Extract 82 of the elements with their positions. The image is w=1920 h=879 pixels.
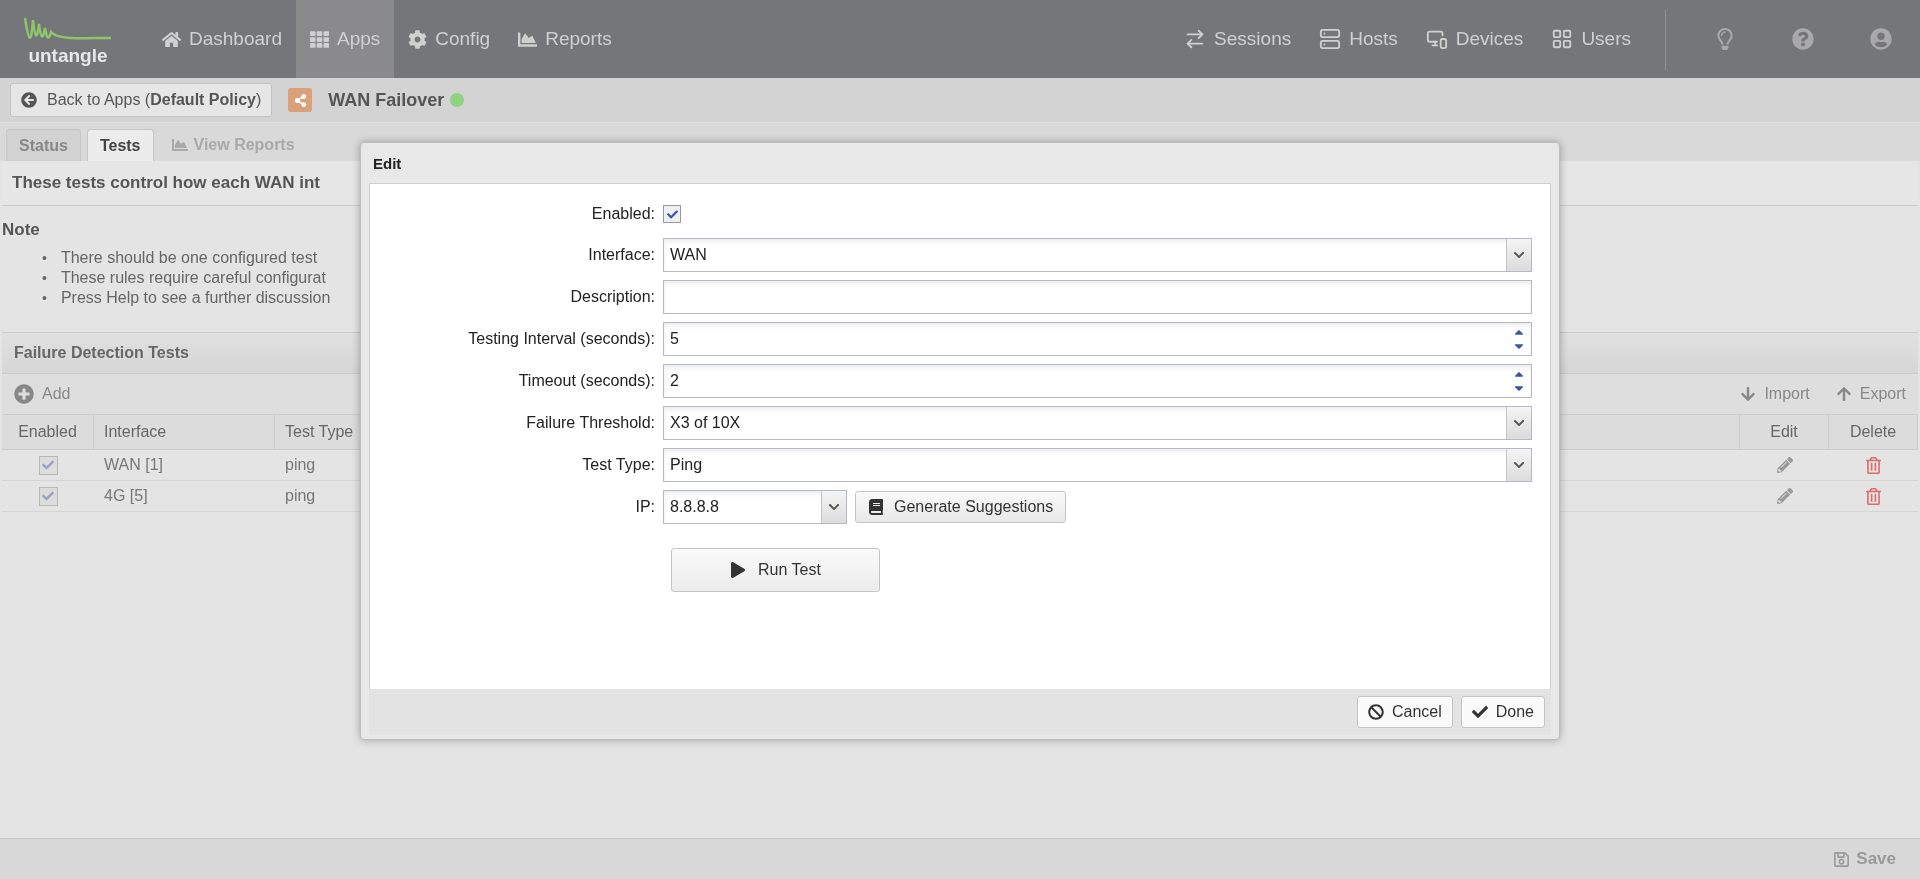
number-field[interactable]: 5 (663, 322, 1532, 356)
nav-tab[interactable]: Config (394, 0, 505, 78)
chevron-down-icon (1513, 249, 1525, 261)
text-field[interactable] (663, 280, 1532, 314)
column-header[interactable]: Edit (1740, 415, 1829, 449)
add-button[interactable]: Add (14, 384, 71, 404)
delete-trash-icon[interactable] (1865, 456, 1882, 474)
chevron-down-icon (1513, 417, 1525, 429)
play-icon (730, 562, 747, 578)
tab[interactable]: Tests (86, 129, 154, 161)
check-icon (1471, 704, 1488, 720)
field-label: Interface: (587, 246, 655, 264)
arrow-up-icon (1835, 386, 1852, 402)
column-header[interactable]: Enabled (2, 415, 94, 449)
edit-pencil-icon[interactable] (1776, 488, 1793, 504)
book-icon (868, 499, 884, 515)
table-cell: ping (285, 487, 316, 505)
table-cell: WAN [1] (104, 456, 163, 474)
back-button[interactable]: Back to Apps (Default Policy) (10, 83, 273, 117)
server-icon (1319, 28, 1342, 50)
nav-link[interactable]: Users (1537, 0, 1645, 78)
area-chart-icon (518, 29, 538, 49)
area-chart-icon (171, 137, 188, 153)
delete-trash-icon[interactable] (1865, 487, 1882, 505)
ip-combo-field[interactable]: 8.8.8.8 (663, 490, 847, 524)
row-checkbox[interactable] (38, 455, 58, 475)
save-icon (1833, 850, 1851, 868)
nav-tab[interactable]: Dashboard (148, 0, 296, 78)
number-field[interactable]: 2 (663, 364, 1532, 398)
chevron-down-icon (828, 501, 840, 513)
nav-tab[interactable]: Apps (295, 0, 395, 78)
run-test-button[interactable]: Run Test (671, 548, 880, 592)
grid-icon (1551, 28, 1574, 50)
check-icon (666, 208, 678, 220)
devices-icon (1425, 28, 1448, 50)
note-title: Note (2, 220, 40, 240)
select-field[interactable]: WAN (663, 238, 1532, 272)
logo-text: untangle (28, 45, 108, 65)
gear-icon (408, 29, 428, 49)
app-icon (288, 88, 313, 112)
note-item: These rules require careful configurat (60, 268, 326, 288)
field-label: IP: (634, 498, 655, 516)
column-header[interactable]: Interface (94, 415, 275, 449)
nav-link[interactable]: Devices (1411, 0, 1538, 78)
nav-link[interactable]: Hosts (1305, 0, 1412, 78)
select-field[interactable]: Ping (663, 448, 1532, 482)
edit-pencil-icon[interactable] (1776, 457, 1793, 473)
chevron-down-icon (1513, 459, 1525, 471)
bullet-mark: • (42, 289, 47, 308)
field-label: Test Type: (581, 456, 655, 474)
note-item: There should be one configured test (60, 248, 318, 268)
column-header[interactable]: Delete (1829, 415, 1918, 449)
enabled-checkbox[interactable] (663, 205, 681, 223)
grid-icon (309, 29, 329, 49)
back-arrow-icon (21, 92, 37, 108)
done-button[interactable]: Done (1460, 696, 1545, 728)
cancel-button[interactable]: Cancel (1356, 696, 1453, 728)
note-item: Press Help to see a further discussion (60, 288, 331, 308)
bullet-mark: • (42, 269, 47, 288)
table-cell: 4G [5] (104, 487, 148, 505)
select-field[interactable]: X3 of 10X (663, 406, 1532, 440)
row-checkbox[interactable] (38, 486, 58, 506)
plus-icon (14, 384, 34, 404)
nav-tab[interactable]: Reports (504, 0, 626, 78)
nav-link[interactable]: Sessions (1170, 0, 1306, 78)
tab[interactable]: Status (6, 129, 81, 161)
export-button[interactable]: Export (1835, 385, 1906, 403)
import-button[interactable]: Import (1740, 385, 1810, 403)
field-label: Enabled: (590, 205, 655, 223)
field-label: Failure Threshold: (525, 414, 655, 432)
field-label: Description: (569, 288, 655, 306)
table-cell: ping (285, 456, 316, 474)
arrow-down-icon (1740, 386, 1757, 402)
ban-icon (1367, 704, 1384, 720)
field-label: Testing Interval (seconds): (467, 330, 655, 348)
field-label: Timeout (seconds): (517, 372, 655, 390)
bullet-mark: • (42, 249, 47, 268)
home-icon (162, 29, 181, 49)
check-icon (42, 490, 54, 502)
generate-suggestions-button[interactable]: Generate Suggestions (855, 491, 1067, 523)
check-icon (42, 459, 54, 471)
app-title: WAN Failover (328, 89, 445, 111)
